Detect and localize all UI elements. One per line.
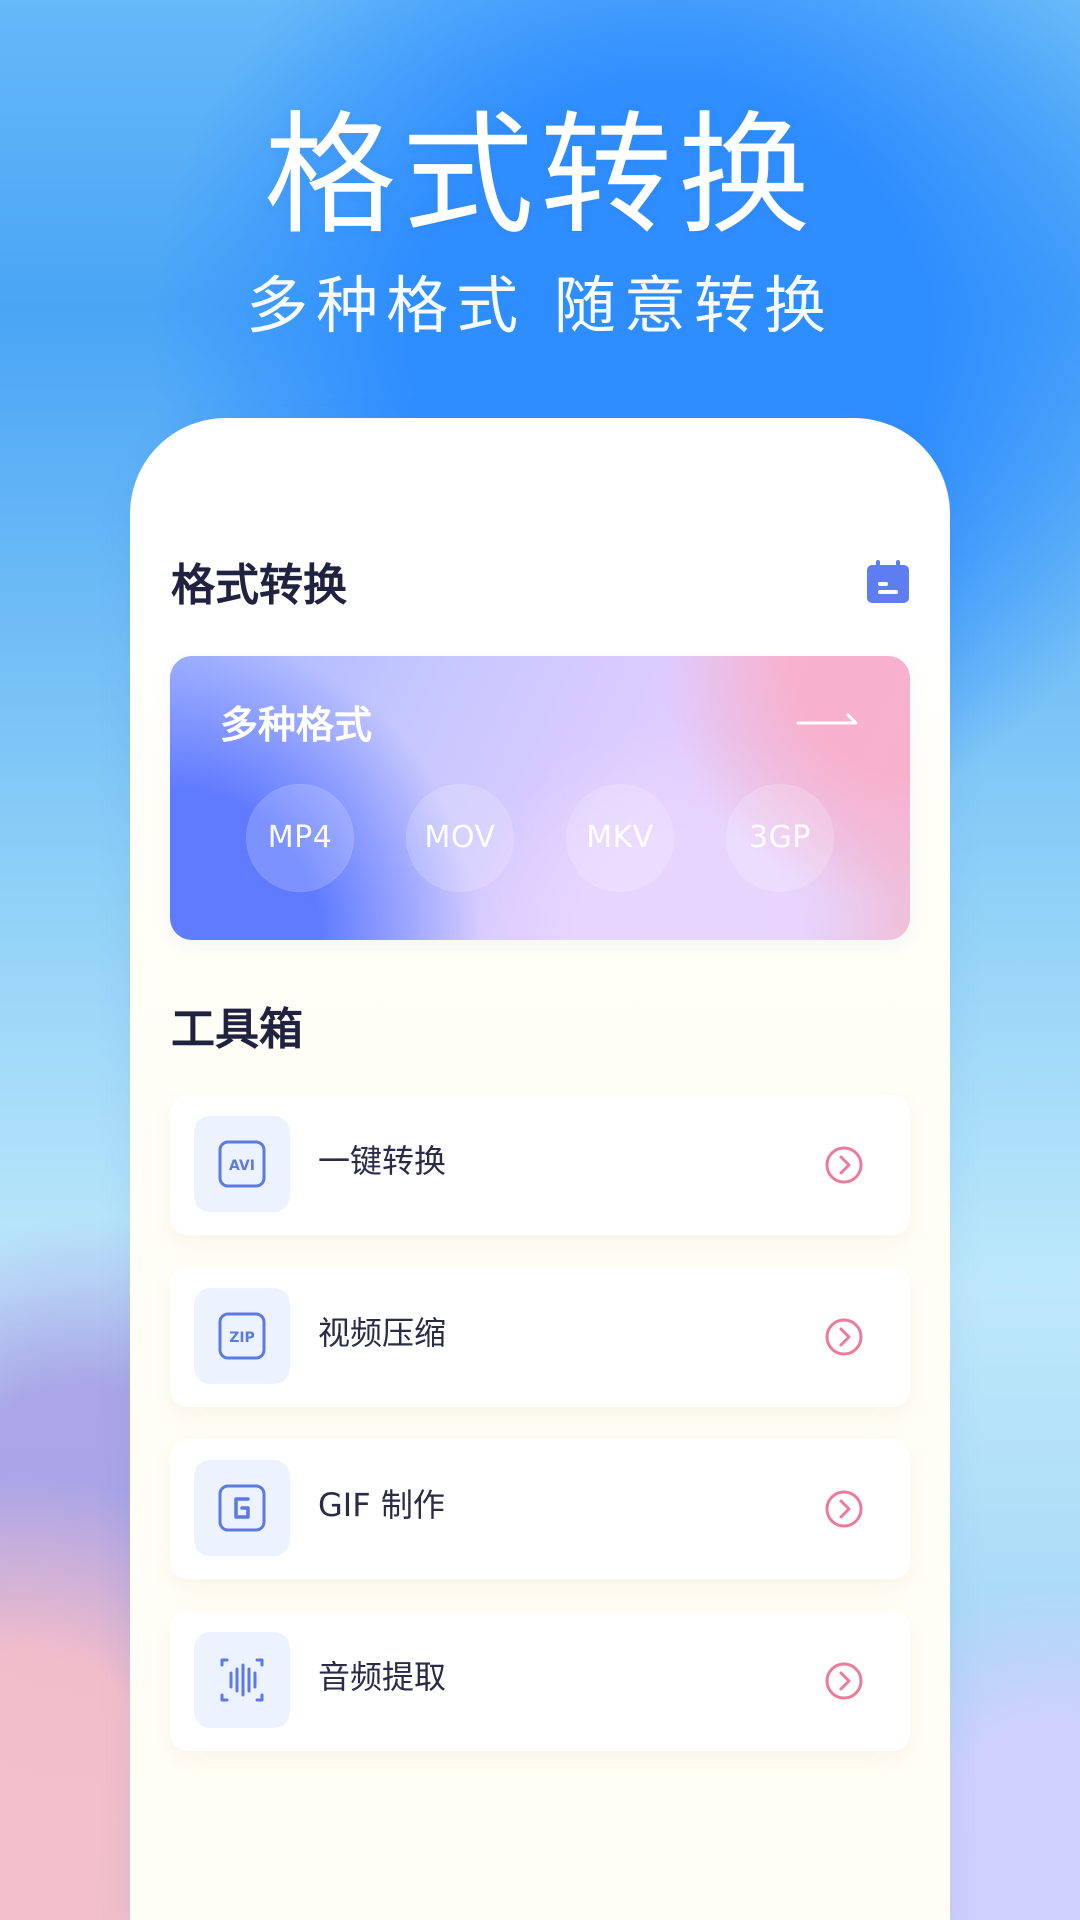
svg-text:AVI: AVI — [229, 1158, 255, 1174]
chevron-right-circle-icon[interactable] — [824, 1489, 864, 1529]
format-chip-mov[interactable]: MOV — [406, 784, 514, 892]
tool-icon-container — [194, 1632, 290, 1728]
chevron-right-circle-icon[interactable] — [824, 1317, 864, 1357]
tool-row-video-compress[interactable]: ZIP 视频压缩 — [170, 1267, 910, 1407]
toolbox-title: 工具箱 — [171, 1004, 303, 1055]
gif-icon — [218, 1484, 266, 1532]
tool-icon-container: AVI — [194, 1116, 290, 1212]
tool-icon-container — [194, 1460, 290, 1556]
svg-text:ZIP: ZIP — [229, 1330, 255, 1346]
tool-row-one-click-convert[interactable]: AVI 一键转换 — [170, 1095, 910, 1235]
tool-icon-container: ZIP — [194, 1288, 290, 1384]
tool-label-gif-make: GIF 制作 — [318, 1486, 445, 1524]
format-chip-mkv[interactable]: MKV — [566, 784, 674, 892]
avi-icon: AVI — [218, 1140, 266, 1188]
page-title: 格式转换 — [171, 560, 347, 611]
format-converter-card: 格式转换 多种格式 MP4 MOV MKV 3GP 工具箱 AVI 一键转换 Z… — [130, 418, 950, 1920]
tool-row-audio-extract[interactable]: 音频提取 — [170, 1611, 910, 1751]
tool-label-one-click-convert: 一键转换 — [318, 1142, 447, 1180]
format-feature-banner[interactable]: 多种格式 MP4 MOV MKV 3GP — [170, 656, 910, 940]
banner-title: 多种格式 — [220, 703, 373, 747]
tool-label-video-compress: 视频压缩 — [318, 1314, 447, 1352]
hero-title: 格式转换 — [264, 99, 816, 253]
audio-waveform-icon — [220, 1658, 264, 1702]
chevron-right-circle-icon[interactable] — [824, 1661, 864, 1701]
zip-icon: ZIP — [218, 1312, 266, 1360]
tool-label-audio-extract: 音频提取 — [318, 1658, 447, 1696]
tool-row-gif-make[interactable]: GIF 制作 — [170, 1439, 910, 1579]
calendar-icon[interactable] — [865, 558, 911, 606]
format-chip-mp4[interactable]: MP4 — [246, 784, 354, 892]
format-chip-3gp[interactable]: 3GP — [726, 784, 834, 892]
hero-subtitle: 多种格式 随意转换 — [246, 269, 834, 342]
chevron-right-circle-icon[interactable] — [824, 1145, 864, 1185]
arrow-right-icon[interactable] — [796, 711, 864, 731]
